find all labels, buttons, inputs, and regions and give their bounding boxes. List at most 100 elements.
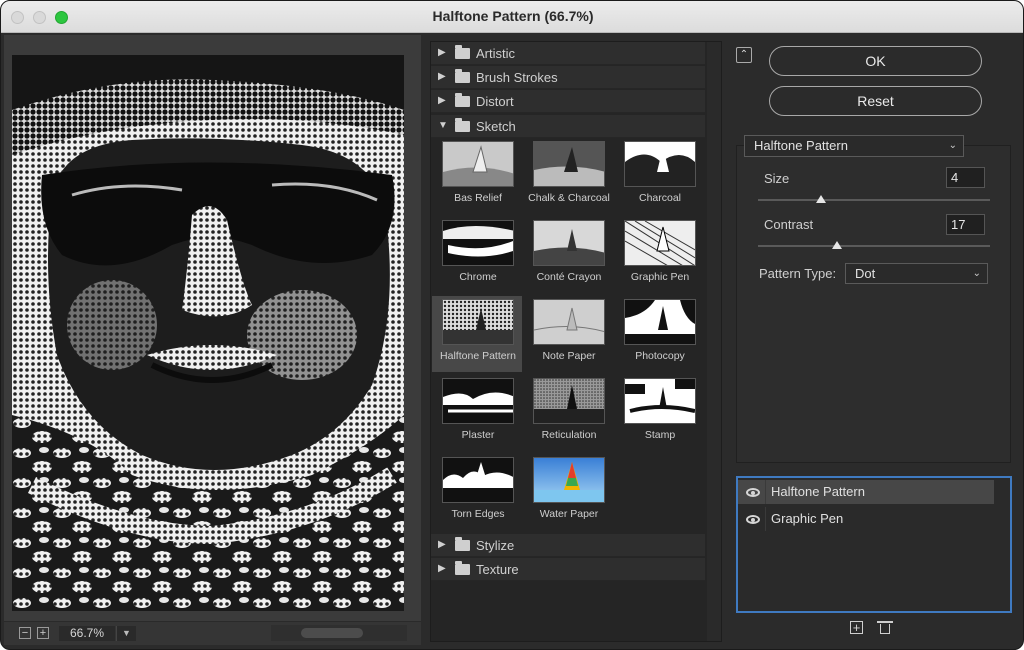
filter-thumb-reticulation[interactable]: Reticulation [523, 375, 613, 451]
eye-icon[interactable] [746, 488, 760, 497]
divider [765, 507, 766, 531]
filter-label: Photocopy [635, 350, 685, 362]
disclosure-right-icon: ▶ [438, 47, 446, 58]
contrast-slider-thumb[interactable] [832, 241, 842, 249]
filter-thumb-halftone-pattern[interactable]: Halftone Pattern [432, 296, 522, 372]
filter-label: Note Paper [542, 350, 596, 362]
pattern-type-value: Dot [855, 266, 876, 281]
filter-thumb-note-paper[interactable]: Note Paper [523, 296, 613, 372]
preview-image[interactable] [12, 55, 404, 611]
filter-label: Graphic Pen [630, 271, 690, 283]
gallery-scrollbar[interactable] [707, 42, 721, 641]
contrast-slider[interactable] [758, 241, 990, 249]
folder-texture[interactable]: ▶ Texture [431, 558, 705, 581]
filter-thumb-stamp[interactable]: Stamp [614, 375, 704, 451]
filter-gallery-window: Halftone Pattern (66.7%) − + 66.7% ▼ ▶ A… [0, 0, 1024, 650]
filter-thumb-torn-edges[interactable]: Torn Edges [432, 454, 522, 530]
filter-thumbnail-image [533, 220, 605, 266]
filter-thumb-bas-relief[interactable]: Bas Relief [432, 138, 522, 214]
filter-thumbnail-image [442, 378, 514, 424]
filter-thumb-conte-crayon[interactable]: Conté Crayon [523, 217, 613, 293]
settings-panel: ⌃ OK Reset Halftone Pattern ⌄ Size 4 Con… [728, 35, 1023, 647]
plus-icon: + [852, 620, 861, 635]
zoom-out-button[interactable]: − [19, 627, 31, 639]
filter-thumb-chalk-charcoal[interactable]: Chalk & Charcoal [523, 138, 613, 214]
filter-type-select[interactable]: Halftone Pattern ⌄ [744, 135, 964, 157]
filter-thumb-charcoal[interactable]: Charcoal [614, 138, 704, 214]
filter-label: Water Paper [539, 508, 599, 520]
filter-label: Reticulation [541, 429, 597, 441]
folder-label: Distort [476, 94, 514, 109]
filter-thumbnail-image [624, 378, 696, 424]
effect-layers-list: Halftone Pattern Graphic Pen [736, 476, 1012, 613]
filter-settings-box [736, 145, 1011, 463]
filter-label: Torn Edges [451, 508, 505, 520]
folder-brush-strokes[interactable]: ▶ Brush Strokes [431, 66, 705, 89]
folder-stylize[interactable]: ▶ Stylize [431, 534, 705, 557]
filter-thumbnail-image [624, 141, 696, 187]
filter-label: Chalk & Charcoal [528, 192, 610, 204]
folder-distort[interactable]: ▶ Distort [431, 90, 705, 113]
preview-horizontal-scrollbar[interactable] [271, 625, 407, 641]
filter-thumb-plaster[interactable]: Plaster [432, 375, 522, 451]
folder-icon [455, 69, 470, 83]
filter-label: Stamp [644, 429, 676, 441]
delete-effect-layer-button[interactable] [877, 621, 893, 634]
halftone-portrait-preview [12, 55, 404, 611]
filter-thumb-photocopy[interactable]: Photocopy [614, 296, 704, 372]
disclosure-right-icon: ▶ [438, 539, 446, 550]
size-input[interactable]: 4 [946, 167, 985, 188]
effect-layer-row[interactable]: Graphic Pen [738, 507, 994, 531]
zoom-in-button[interactable]: + [37, 627, 49, 639]
contrast-input[interactable]: 17 [946, 214, 985, 235]
eye-icon[interactable] [746, 515, 760, 524]
effect-layer-name: Graphic Pen [771, 511, 844, 526]
folder-icon [455, 93, 470, 107]
size-slider-thumb[interactable] [816, 195, 826, 203]
filter-thumbnail-image [624, 299, 696, 345]
chevron-down-icon: ⌄ [972, 268, 981, 279]
folder-icon [455, 561, 470, 575]
folder-label: Stylize [476, 538, 515, 553]
filter-thumb-water-paper[interactable]: Water Paper [523, 454, 613, 530]
filter-label: Bas Relief [454, 192, 502, 204]
title-bar: Halftone Pattern (66.7%) [1, 1, 1023, 33]
folder-open-icon [455, 118, 470, 132]
filter-thumbnail-image [533, 378, 605, 424]
size-slider[interactable] [758, 195, 990, 203]
folder-sketch[interactable]: ▼ Sketch [431, 115, 705, 138]
filter-thumbnail-image [442, 220, 514, 266]
filter-label: Halftone Pattern [440, 350, 516, 362]
size-label: Size [764, 171, 790, 186]
contrast-label: Contrast [764, 217, 814, 232]
filter-thumbnail-image [624, 220, 696, 266]
disclosure-right-icon: ▶ [438, 71, 446, 82]
folder-label: Sketch [476, 119, 516, 134]
disclosure-down-icon: ▼ [438, 120, 448, 131]
divider [765, 480, 766, 504]
scrollbar-thumb[interactable] [301, 628, 363, 638]
window-title: Halftone Pattern (66.7%) [432, 8, 594, 24]
ok-button[interactable]: OK [769, 46, 982, 76]
filter-thumbnail-image [533, 299, 605, 345]
reset-button[interactable]: Reset [769, 86, 982, 116]
zoom-level-field[interactable]: 66.7% [59, 626, 115, 641]
trash-icon [877, 621, 893, 623]
zoom-dropdown[interactable]: ▼ [116, 626, 136, 641]
effect-layer-row[interactable]: Halftone Pattern [738, 480, 994, 504]
folder-artistic[interactable]: ▶ Artistic [431, 42, 705, 65]
filter-label: Charcoal [638, 192, 682, 204]
filter-type-value: Halftone Pattern [754, 138, 848, 153]
folder-icon [455, 537, 470, 551]
new-effect-layer-button[interactable]: + [850, 621, 863, 634]
filter-label: Plaster [461, 429, 495, 441]
disclosure-right-icon: ▶ [438, 95, 446, 106]
collapse-gallery-button[interactable]: ⌃ [736, 47, 752, 63]
pattern-type-select[interactable]: Dot ⌄ [845, 263, 988, 284]
disclosure-right-icon: ▶ [438, 563, 446, 574]
collapse-icon: ⌃ [739, 49, 749, 60]
folder-icon [455, 45, 470, 59]
filter-thumbnail-image [442, 141, 514, 187]
filter-thumb-graphic-pen[interactable]: Graphic Pen [614, 217, 704, 293]
filter-thumb-chrome[interactable]: Chrome [432, 217, 522, 293]
